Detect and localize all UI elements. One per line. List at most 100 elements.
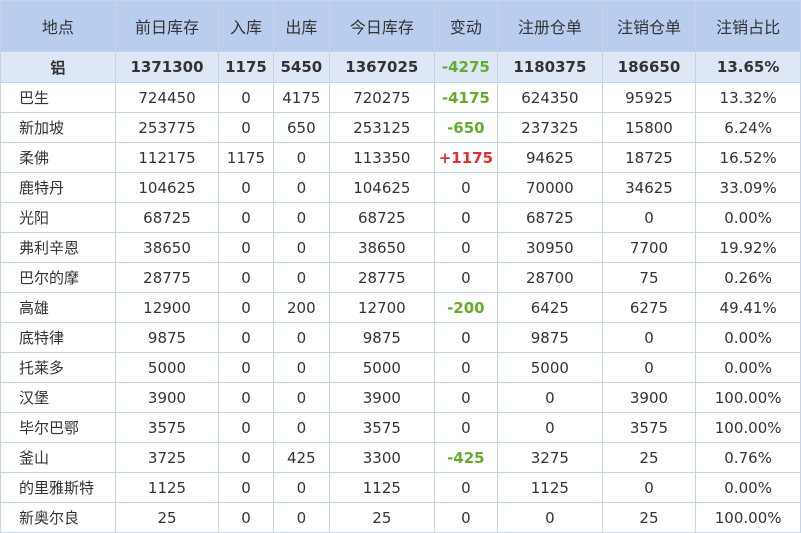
cell-registered-warrants: 0: [497, 382, 603, 413]
cell-location: 的里雅斯特: [0, 472, 116, 503]
cell-cancelled-ratio: 6.24%: [695, 112, 801, 143]
cell-change: 0: [433, 502, 499, 533]
cell-cancelled-ratio: 100.00%: [695, 382, 801, 413]
cell-location: 巴生: [0, 82, 116, 113]
table-row: 弗利辛恩 38650 0 0 38650 0 30950 7700 19.92%: [0, 232, 801, 263]
cell-change: 0: [433, 352, 499, 383]
cell-cancelled-warrants: 0: [601, 352, 697, 383]
cell-inbound: 0: [218, 472, 274, 503]
cell-inbound: 0: [218, 442, 274, 473]
cell-outbound: 0: [272, 262, 331, 293]
cell-change: 0: [433, 472, 499, 503]
cell-change: -650: [433, 112, 499, 143]
cell-inbound: 0: [218, 112, 274, 143]
cell-registered-warrants: 237325: [497, 112, 603, 143]
table-row: 底特律 9875 0 0 9875 0 9875 0 0.00%: [0, 322, 801, 353]
cell-registered-warrants: 70000: [497, 172, 603, 203]
cell-location: 高雄: [0, 292, 116, 323]
cell-registered-warrants: 5000: [497, 352, 603, 383]
header-cancelled-ratio: 注销占比: [695, 0, 801, 52]
cell-cancelled-warrants: 75: [601, 262, 697, 293]
cell-outbound: 0: [272, 472, 331, 503]
cell-today-stock: 12700: [329, 292, 435, 323]
table-header: 地点 前日库存 入库 出库 今日库存 变动 注册仓单 注销仓单 注销占比: [0, 0, 801, 52]
cell-change: -200: [433, 292, 499, 323]
header-location: 地点: [0, 0, 116, 52]
cell-previous-stock: 3575: [114, 412, 220, 443]
table-body: 铝 1371300 1175 5450 1367025 -4275 118037…: [0, 51, 801, 533]
cell-outbound: 0: [272, 322, 331, 353]
table-row: 巴生 724450 0 4175 720275 -4175 624350 95925 13.32…: [0, 82, 801, 113]
table-row: 高雄 12900 0 200 12700 -200 6425 6275 49.41%: [0, 292, 801, 323]
total-inbound: 1175: [218, 51, 274, 83]
cell-cancelled-warrants: 0: [601, 322, 697, 353]
cell-previous-stock: 38650: [114, 232, 220, 263]
cell-today-stock: 253125: [329, 112, 435, 143]
cell-registered-warrants: 28700: [497, 262, 603, 293]
cell-outbound: 0: [272, 142, 331, 173]
total-registered-warrants: 1180375: [497, 51, 603, 83]
table-row: 新奥尔良 25 0 0 25 0 0 25 100.00%: [0, 502, 801, 533]
cell-location: 新奥尔良: [0, 502, 116, 533]
cell-today-stock: 3575: [329, 412, 435, 443]
cell-outbound: 200: [272, 292, 331, 323]
cell-cancelled-warrants: 34625: [601, 172, 697, 203]
cell-cancelled-ratio: 0.00%: [695, 202, 801, 233]
cell-today-stock: 9875: [329, 322, 435, 353]
cell-outbound: 0: [272, 172, 331, 203]
cell-outbound: 0: [272, 232, 331, 263]
cell-cancelled-ratio: 33.09%: [695, 172, 801, 203]
cell-previous-stock: 1125: [114, 472, 220, 503]
cell-registered-warrants: 6425: [497, 292, 603, 323]
header-inbound: 入库: [218, 0, 274, 52]
table-row: 毕尔巴鄂 3575 0 0 3575 0 0 3575 100.00%: [0, 412, 801, 443]
cell-outbound: 0: [272, 412, 331, 443]
cell-registered-warrants: 0: [497, 412, 603, 443]
table-row: 釜山 3725 0 425 3300 -425 3275 25 0.76%: [0, 442, 801, 473]
cell-previous-stock: 5000: [114, 352, 220, 383]
cell-cancelled-ratio: 19.92%: [695, 232, 801, 263]
cell-previous-stock: 253775: [114, 112, 220, 143]
cell-location: 新加坡: [0, 112, 116, 143]
header-cancelled-warrants: 注销仓单: [601, 0, 697, 52]
cell-inbound: 0: [218, 202, 274, 233]
cell-change: 0: [433, 382, 499, 413]
header-row: 地点 前日库存 入库 出库 今日库存 变动 注册仓单 注销仓单 注销占比: [0, 0, 801, 52]
cell-previous-stock: 28775: [114, 262, 220, 293]
cell-registered-warrants: 624350: [497, 82, 603, 113]
cell-inbound: 0: [218, 232, 274, 263]
cell-registered-warrants: 1125: [497, 472, 603, 503]
cell-today-stock: 28775: [329, 262, 435, 293]
cell-change: 0: [433, 412, 499, 443]
cell-previous-stock: 3725: [114, 442, 220, 473]
cell-location: 汉堡: [0, 382, 116, 413]
total-today-stock: 1367025: [329, 51, 435, 83]
cell-inbound: 0: [218, 292, 274, 323]
cell-cancelled-ratio: 0.00%: [695, 322, 801, 353]
cell-previous-stock: 724450: [114, 82, 220, 113]
cell-registered-warrants: 0: [497, 502, 603, 533]
total-row: 铝 1371300 1175 5450 1367025 -4275 118037…: [0, 51, 801, 83]
cell-change: 0: [433, 172, 499, 203]
cell-cancelled-ratio: 0.26%: [695, 262, 801, 293]
cell-today-stock: 38650: [329, 232, 435, 263]
total-cancelled-warrants: 186650: [601, 51, 697, 83]
cell-change: -4175: [433, 82, 499, 113]
cell-today-stock: 720275: [329, 82, 435, 113]
cell-cancelled-ratio: 0.00%: [695, 352, 801, 383]
cell-cancelled-warrants: 0: [601, 202, 697, 233]
cell-today-stock: 113350: [329, 142, 435, 173]
cell-cancelled-warrants: 0: [601, 472, 697, 503]
cell-inbound: 0: [218, 412, 274, 443]
header-outbound: 出库: [272, 0, 331, 52]
cell-registered-warrants: 68725: [497, 202, 603, 233]
cell-cancelled-warrants: 3900: [601, 382, 697, 413]
cell-location: 毕尔巴鄂: [0, 412, 116, 443]
cell-outbound: 0: [272, 202, 331, 233]
cell-previous-stock: 112175: [114, 142, 220, 173]
header-change: 变动: [433, 0, 499, 52]
cell-previous-stock: 25: [114, 502, 220, 533]
cell-today-stock: 68725: [329, 202, 435, 233]
cell-today-stock: 104625: [329, 172, 435, 203]
cell-location: 光阳: [0, 202, 116, 233]
